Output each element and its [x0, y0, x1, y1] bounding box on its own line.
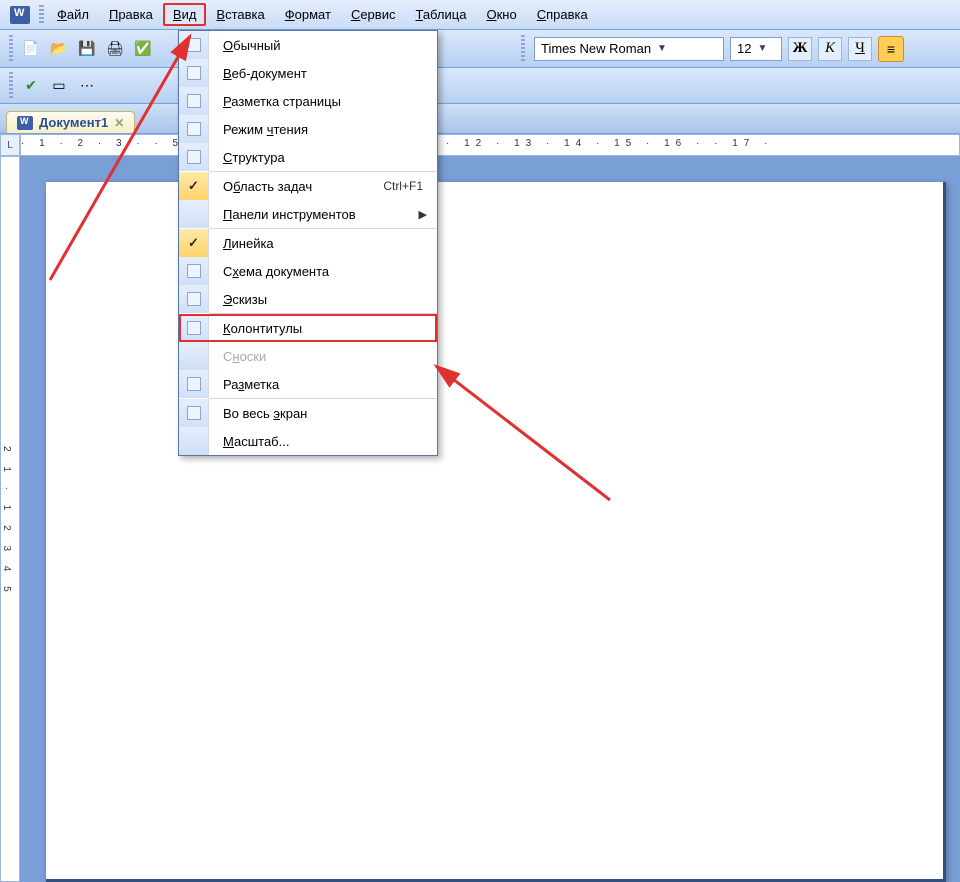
- page-icon: [179, 59, 209, 87]
- menu-item-label: Панели инструментов: [209, 207, 419, 222]
- menu-файл[interactable]: Файл: [47, 3, 99, 26]
- menu-вставка[interactable]: Вставка: [206, 3, 274, 26]
- menu-item-label: Масштаб...: [209, 434, 437, 449]
- book-icon: [179, 115, 209, 143]
- save-icon[interactable]: 💾: [74, 36, 100, 62]
- font-size-value: 12: [737, 41, 751, 56]
- menu-правка[interactable]: Правка: [99, 3, 163, 26]
- check-icon[interactable]: ✔: [18, 73, 44, 99]
- menu-item-label: Структура: [209, 150, 437, 165]
- blank-icon: [179, 229, 209, 257]
- menu-item-label: Разметка: [209, 377, 437, 392]
- secondary-toolbar: ✔ ▭ ⋯: [0, 68, 960, 104]
- menu-item-веб-документ[interactable]: Веб-документ: [179, 59, 437, 87]
- word-doc-icon: [17, 116, 33, 130]
- menu-item-во-весь-экран[interactable]: Во весь экран: [179, 399, 437, 427]
- toolbar-grip-icon: [521, 35, 525, 63]
- tree-icon: [179, 143, 209, 171]
- menu-item-label: Режим чтения: [209, 122, 437, 137]
- blank-icon: [179, 200, 209, 228]
- toolbar-grip-icon: [9, 72, 13, 100]
- blank-icon: [179, 342, 209, 370]
- menu-item-линейка[interactable]: Линейка: [179, 229, 437, 257]
- menu-таблица[interactable]: Таблица: [405, 3, 476, 26]
- menu-item-панели-инструментов[interactable]: Панели инструментов▶: [179, 200, 437, 228]
- menu-item-сноски: Сноски: [179, 342, 437, 370]
- close-tab-icon[interactable]: ✕: [114, 116, 124, 130]
- menu-item-колонтитулы[interactable]: Колонтитулы: [179, 314, 437, 342]
- menu-сервис[interactable]: Сервис: [341, 3, 406, 26]
- document-tab-title: Документ1: [39, 115, 108, 130]
- toolbar-grip-icon: [9, 35, 13, 63]
- menu-shortcut: Ctrl+F1: [383, 179, 437, 193]
- more-icon[interactable]: ⋯: [74, 73, 100, 99]
- menu-справка[interactable]: Справка: [527, 3, 598, 26]
- menu-item-label: Область задач: [209, 179, 383, 194]
- page-icon: [179, 87, 209, 115]
- submenu-arrow-icon: ▶: [419, 208, 437, 221]
- open-icon[interactable]: 📂: [46, 36, 72, 62]
- menu-item-label: Сноски: [209, 349, 437, 364]
- document-area[interactable]: [20, 156, 960, 882]
- document-tabbar: Документ1 ✕: [0, 104, 960, 134]
- menu-item-разметка[interactable]: Разметка: [179, 370, 437, 398]
- italic-button[interactable]: К: [818, 37, 842, 61]
- ruler-corner: L: [0, 134, 20, 156]
- vertical-ruler[interactable]: 2 1 · 1 2 3 4 5: [0, 156, 20, 882]
- markup-icon: [179, 370, 209, 398]
- menu-item-label: Схема документа: [209, 264, 437, 279]
- workspace: L · 1 · 2 · 3 · · 5 · 6 · 7 · 8 · 9 · 10…: [0, 134, 960, 512]
- menu-item-разметка-страницы[interactable]: Разметка страницы: [179, 87, 437, 115]
- menu-item-область-задач[interactable]: Область задачCtrl+F1: [179, 172, 437, 200]
- menu-item-схема-документа[interactable]: Схема документа: [179, 257, 437, 285]
- document-tab[interactable]: Документ1 ✕: [6, 111, 135, 133]
- toolbar-grip-icon: [39, 5, 44, 25]
- blank-icon: [179, 427, 209, 455]
- menu-item-label: Колонтитулы: [209, 321, 437, 336]
- underline-button[interactable]: Ч: [848, 37, 872, 61]
- horizontal-ruler[interactable]: · 1 · 2 · 3 · · 5 · 6 · 7 · 8 · 9 · 10 ·…: [20, 134, 960, 156]
- menu-item-структура[interactable]: Структура: [179, 143, 437, 171]
- font-name-combo[interactable]: Times New Roman ▼: [534, 37, 724, 61]
- header-icon: [179, 314, 209, 342]
- new-doc-icon[interactable]: 📄: [18, 36, 44, 62]
- menubar: ФайлПравкаВидВставкаФорматСервисТаблицаО…: [0, 0, 960, 30]
- menu-item-label: Линейка: [209, 236, 437, 251]
- blank-icon: [179, 172, 209, 200]
- view-menu-dropdown: Обычный Веб-документ Разметка страницы Режи…: [178, 30, 438, 456]
- menu-item-обычный[interactable]: Обычный: [179, 31, 437, 59]
- chevron-down-icon: ▼: [757, 43, 767, 54]
- menu-окно[interactable]: Окно: [476, 3, 526, 26]
- font-name-value: Times New Roman: [541, 41, 651, 56]
- menu-формат[interactable]: Формат: [275, 3, 341, 26]
- standard-toolbar: 📄 📂 💾 🖨 ✅ Times New Roman ▼ 12 ▼ Ж К Ч ≡: [0, 30, 960, 68]
- menu-item-label: Обычный: [209, 38, 437, 53]
- print-icon[interactable]: 🖨: [102, 36, 128, 62]
- menu-item-label: Веб-документ: [209, 66, 437, 81]
- font-size-combo[interactable]: 12 ▼: [730, 37, 782, 61]
- chevron-down-icon: ▼: [657, 43, 667, 54]
- bold-button[interactable]: Ж: [788, 37, 812, 61]
- align-button[interactable]: ≡: [878, 36, 904, 62]
- menu-item-label: Эскизы: [209, 292, 437, 307]
- menu-item-эскизы[interactable]: Эскизы: [179, 285, 437, 313]
- full-icon: [179, 399, 209, 427]
- thumb-icon: [179, 285, 209, 313]
- vruler-scale: 2 1 · 1 2 3 4 5: [1, 446, 12, 598]
- menu-item-label: Во весь экран: [209, 406, 437, 421]
- word-app-icon: [10, 6, 30, 24]
- menu-вид[interactable]: Вид: [163, 3, 207, 26]
- menu-item-масштаб-[interactable]: Масштаб...: [179, 427, 437, 455]
- menu-item-label: Разметка страницы: [209, 94, 437, 109]
- spell-icon[interactable]: ✅: [130, 36, 156, 62]
- page-icon: [179, 31, 209, 59]
- doc-icon[interactable]: ▭: [46, 73, 72, 99]
- menu-item-режим-чтения[interactable]: Режим чтения: [179, 115, 437, 143]
- map-icon: [179, 257, 209, 285]
